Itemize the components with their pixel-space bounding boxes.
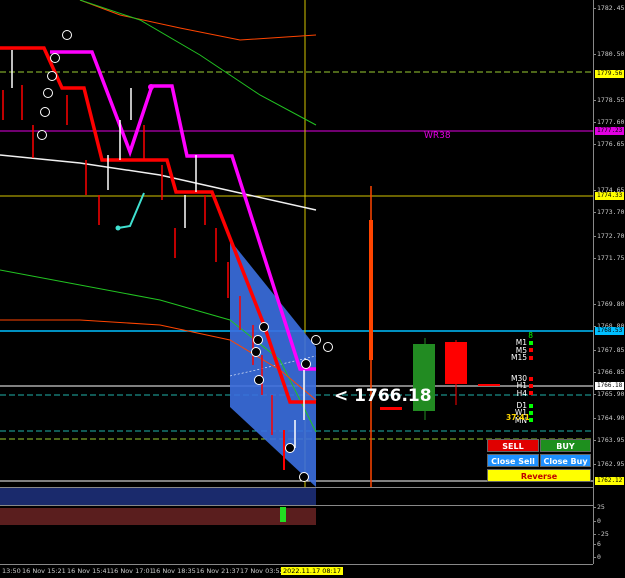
time-tick: 16 Nov 15:41 (67, 567, 111, 575)
price-label: 1774.33 (595, 192, 625, 200)
trend-dot-icon (529, 384, 533, 389)
trend-dot-icon (529, 348, 533, 353)
tf-candle-2 (445, 342, 467, 384)
price-tick: 1773.70 (592, 208, 625, 216)
indicator-bar-maroon (0, 508, 316, 525)
time-axis[interactable]: 13:50 16 Nov 15:21 16 Nov 15:41 16 Nov 17:0… (0, 564, 593, 578)
price-tick: 1778.55 (592, 96, 625, 104)
time-tick: 17 Nov 03:52 (240, 567, 284, 575)
wr38-label: WR38 (424, 131, 451, 141)
price-tick: 1771.75 (592, 254, 625, 262)
trend-dot-icon (529, 403, 533, 408)
bid-marker-bar (380, 407, 402, 410)
timeframe-trend-panel: 8 M1 M5 M15 M30 H1 H4 D1 W1 MN (505, 332, 533, 424)
sub-axis-tick: 25 (593, 503, 605, 511)
price-tick: 1767.85 (592, 346, 625, 354)
price-tick: 1766.85 (592, 368, 625, 376)
trend-dot-icon (529, 376, 533, 381)
time-tick: 13:50 (2, 567, 21, 575)
current-candle-body (369, 220, 373, 360)
trend-dot-icon (529, 340, 533, 345)
price-tick: 1772.70 (592, 232, 625, 240)
ma-white (0, 154, 317, 211)
price-tick: 1777.60 (592, 118, 625, 126)
price-label: 1766.18 (595, 382, 625, 390)
time-cursor-label: 2022.11.17 08:17 (281, 567, 344, 575)
time-tick: 16 Nov 15:21 (22, 567, 66, 575)
buy-button[interactable]: BUY (540, 439, 591, 452)
trend-dot-icon (529, 355, 533, 360)
time-tick: 16 Nov 17:01 (110, 567, 154, 575)
price-label: 1762.12 (595, 477, 625, 485)
price-tick: 1769.80 (592, 300, 625, 308)
cyan-segment (117, 192, 145, 229)
price-tick: 1776.65 (592, 140, 625, 148)
indicator-green-spike (280, 507, 286, 522)
indicator-bar-blue (0, 488, 316, 505)
time-tick: 16 Nov 21:37 (196, 567, 240, 575)
time-tick: 16 Nov 18:35 (152, 567, 196, 575)
price-tick: 1765.90 (592, 390, 625, 398)
reverse-button[interactable]: Reverse (487, 469, 591, 482)
timeframe-row-h4: H4 (505, 388, 533, 398)
candle-timer: 37:41 (506, 413, 530, 422)
price-tick: 1764.90 (592, 414, 625, 422)
close-buy-button[interactable]: Close Buy (540, 454, 591, 467)
trend-dot-icon (529, 391, 533, 396)
price-tick: 1762.95 (592, 460, 625, 468)
price-label: 1768.53 (595, 327, 625, 335)
timeframe-label: M15 (510, 352, 527, 362)
ma-green-top (79, 0, 317, 126)
sub-axis-tick: 6 (593, 540, 601, 548)
tf-candle-3 (478, 384, 500, 386)
sub-axis-tick: -25 (593, 530, 609, 538)
sell-button[interactable]: SELL (487, 439, 539, 452)
price-label: 1777.23 (595, 127, 625, 135)
price-tick: 1763.95 (592, 436, 625, 444)
sub-axis-tick: 0 (593, 517, 601, 525)
indicator-window-2 (0, 505, 593, 565)
price-tick: 1782.45 (592, 4, 625, 12)
timeframe-label: 8 (528, 331, 533, 340)
price-axis[interactable]: 1782.45 1780.50 1778.55 1777.60 1776.65 1774.… (592, 0, 625, 564)
price-tick: 1780.50 (592, 50, 625, 58)
bid-price-display: < 1766.18 (334, 386, 432, 406)
timeframe-row-m15: M15 (505, 352, 533, 362)
ma-orange-top (79, 0, 317, 41)
indicator-window-1 (0, 487, 593, 506)
price-label: 1779.56 (595, 70, 625, 78)
sub-axis-tick: 0 (593, 553, 601, 561)
close-sell-button[interactable]: Close Sell (487, 454, 539, 467)
timeframe-label: H4 (516, 388, 527, 398)
